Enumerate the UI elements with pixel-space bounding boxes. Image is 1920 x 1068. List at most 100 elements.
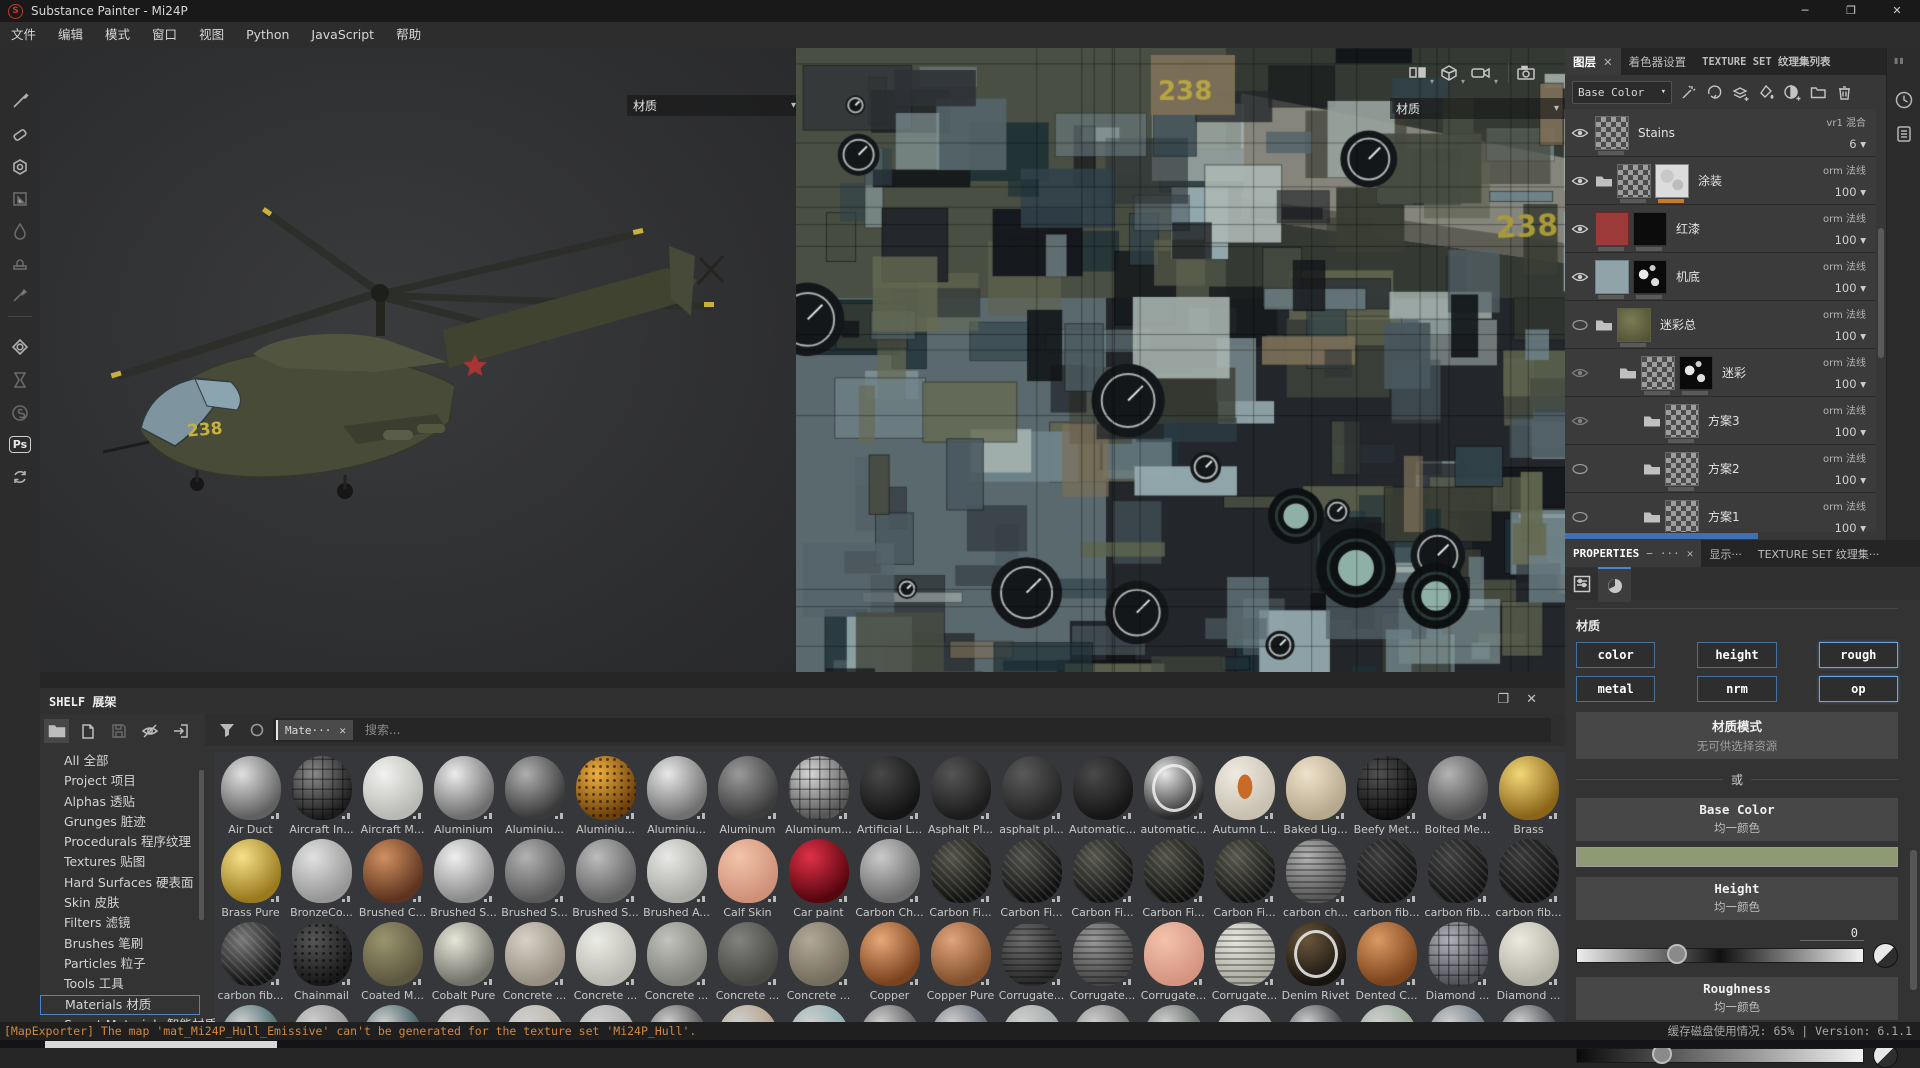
material-item[interactable]: Brass [1493,756,1564,836]
layer-blend-mode[interactable]: orm 法线 [1823,354,1866,369]
tab-texture-set-settings[interactable]: TEXTURE SET 纹理集··· [1750,540,1888,567]
filter-icon[interactable] [219,723,235,737]
material-item[interactable]: BronzeCo... [286,839,357,919]
material-item[interactable]: Carbon Fi... [1138,839,1209,919]
add-mask-icon[interactable] [1783,83,1802,102]
layer-blend-mode[interactable]: orm 法线 [1823,306,1866,321]
dock-grip[interactable]: ▮▮ [1894,56,1905,65]
material-item[interactable]: Artificial L... [854,756,925,836]
channel-button-height[interactable]: height [1697,642,1777,668]
menu-item-3[interactable]: 窗口 [141,22,188,48]
split-view-dropdown[interactable]: ▾ [1430,77,1434,86]
layer-opacity-dropdown[interactable]: 100 ▾ [1823,185,1866,199]
add-fill-icon[interactable] [1757,83,1776,102]
hide-icon[interactable] [137,719,162,743]
axis-gizmo[interactable]: Y X Z [758,640,796,672]
layer-row[interactable]: 迷彩总 orm 法线 100 ▾ [1565,301,1876,349]
material-item[interactable]: Aluminum [712,756,783,836]
tab-close-icon[interactable]: ✕ [1603,55,1613,69]
shelf-category-5[interactable]: Textures 贴图 [40,852,205,872]
filter-tag-chip[interactable]: Mate··· ✕ [276,720,353,740]
shelf-category-12[interactable]: Materials 材质 [40,994,200,1015]
layer-opacity-dropdown[interactable]: 100 ▾ [1823,281,1866,295]
material-item[interactable] [783,1005,854,1022]
shelf-category-6[interactable]: Hard Surfaces 硬表面 [40,873,205,893]
material-item[interactable]: Brushed S... [428,839,499,919]
properties-tool-icon[interactable] [1565,567,1598,600]
layer-thumbnail[interactable] [1617,307,1651,347]
shelf-category-9[interactable]: Brushes 笔刷 [40,934,205,954]
layer-blend-mode[interactable]: vr1 混合 [1826,114,1866,129]
material-item[interactable] [1067,1005,1138,1022]
layer-blend-mode[interactable]: orm 法线 [1823,402,1866,417]
search-input-wrap[interactable]: Mate··· ✕ [273,718,1551,742]
add-layer-icon[interactable] [1731,83,1750,102]
material-item[interactable]: Corrugate... [1138,922,1209,1002]
material-item[interactable]: Brushed S... [570,839,641,919]
layer-blend-mode[interactable]: orm 法线 [1823,162,1866,177]
material-item[interactable]: carbon fib... [215,922,286,1002]
material-item[interactable]: Brushed S... [499,839,570,919]
material-item[interactable] [1351,1005,1422,1022]
folder-view-icon[interactable] [44,719,69,743]
shelf-category-4[interactable]: Procedurals 程序纹理 [40,832,205,852]
panel-menu-icon[interactable]: ··· [1660,547,1680,560]
material-item[interactable]: Cobalt Pure [428,922,499,1002]
material-item[interactable]: Concrete ... [712,922,783,1002]
layer-visibility-toggle[interactable] [1565,319,1595,331]
material-item[interactable] [1280,1005,1351,1022]
material-item[interactable] [712,1005,783,1022]
camera-mode-icon[interactable] [1470,64,1492,82]
material-item[interactable]: Aluminiu... [570,756,641,836]
material-mode-block[interactable]: 材质模式 无可供选择资源 [1576,712,1898,759]
material-item[interactable]: Automatic... [1067,756,1138,836]
restore-button[interactable]: ❐ [1828,0,1874,22]
material-item[interactable]: Brushed A... [641,839,712,919]
layer-blend-mode[interactable]: orm 法线 [1823,258,1866,273]
layers-vertical-scrollbar[interactable] [1878,228,1884,358]
material-item[interactable]: Concrete ... [570,922,641,1002]
material-item[interactable]: Dented C... [1351,922,1422,1002]
material-item[interactable] [1209,1005,1280,1022]
shelf-category-11[interactable]: Tools 工具 [40,974,205,994]
shelf-category-8[interactable]: Filters 滤镜 [40,913,205,933]
material-item[interactable] [996,1005,1067,1022]
height-value[interactable]: 0 [1800,926,1864,941]
material-item[interactable]: Aluminum... [783,756,854,836]
material-item[interactable] [854,1005,925,1022]
material-item[interactable]: carbon fib... [1351,839,1422,919]
channel-button-metal[interactable]: metal [1576,676,1656,702]
material-item[interactable]: Aluminiu... [641,756,712,836]
material-item[interactable]: Aluminium [428,756,499,836]
photoshop-tool[interactable]: Ps [7,431,33,457]
material-item[interactable]: Brass Pure [215,839,286,919]
projection-tool[interactable] [7,154,33,180]
magic-wand-icon[interactable] [1679,83,1698,102]
material-item[interactable]: Corrugate... [1067,922,1138,1002]
layer-row[interactable]: 红漆 orm 法线 100 ▾ [1565,205,1876,253]
material-item[interactable]: Aluminiu... [499,756,570,836]
paint-tool[interactable] [7,88,33,114]
material-item[interactable] [428,1005,499,1022]
material-item[interactable]: Copper [854,922,925,1002]
material-item[interactable] [925,1005,996,1022]
layer-row[interactable]: 方案2 orm 法线 100 ▾ [1565,445,1876,493]
material-item[interactable]: Diamond ... [1422,922,1493,1002]
shelf-category-1[interactable]: Project 项目 [40,771,205,791]
material-item[interactable]: Diamond ... [1493,922,1564,1002]
material-item[interactable]: Carbon Fi... [1067,839,1138,919]
shelf-category-3[interactable]: Grunges 脏迹 [40,812,205,832]
roughness-block[interactable]: Roughness 均一颜色 [1576,977,1898,1020]
material-item[interactable]: Aircraft M... [357,756,428,836]
material-item[interactable]: Corrugate... [1209,922,1280,1002]
tab-properties[interactable]: PROPERTIES − ··· ✕ [1565,540,1702,567]
properties-material-icon[interactable] [1598,567,1631,602]
material-item[interactable]: Calf Skin [712,839,783,919]
material-item[interactable]: Carbon Fi... [996,839,1067,919]
menu-item-6[interactable]: JavaScript [300,22,385,48]
save-resource-icon[interactable] [106,719,131,743]
layer-visibility-toggle[interactable] [1565,271,1595,283]
bake-tool[interactable] [7,367,33,393]
layer-thumbnail[interactable] [1665,499,1699,532]
channel-filter-dropdown[interactable]: Base Color ▾ [1572,80,1672,104]
